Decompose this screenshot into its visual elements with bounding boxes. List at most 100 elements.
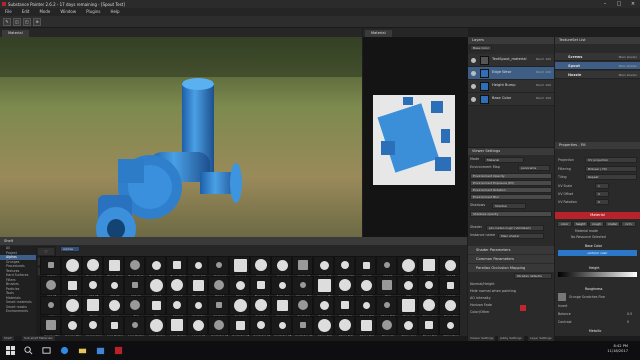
shelf-thumbnail[interactable]: Label — [418, 276, 439, 298]
shelf-thumbnail[interactable]: Brush Strok — [145, 256, 166, 278]
shelf-thumbnail[interactable]: Scratches — [313, 296, 334, 318]
shelf-category-item[interactable]: Environments — [0, 309, 36, 314]
filter-button[interactable]: ▢ — [37, 247, 55, 256]
shelf-thumbnail[interactable]: Spiral 2 — [166, 296, 187, 318]
shelf-thumbnail[interactable]: Dirt 06 — [40, 276, 61, 298]
env-opacity-slider[interactable]: Environment Opacity — [470, 173, 552, 179]
shelf-thumbnail[interactable]: Circle Cut — [208, 256, 229, 278]
shelf-thumbnail[interactable]: Dirt 01 — [355, 256, 376, 278]
shelf-thumbnail[interactable]: Scratches — [250, 296, 271, 318]
shelf-thumbnail[interactable]: Scratches — [271, 296, 292, 318]
shelf-thumbnail[interactable]: Kite — [397, 276, 418, 298]
shelf-thumbnail[interactable]: Dirt 11 — [145, 276, 166, 298]
shelf-thumbnail[interactable]: Flask 1 — [208, 276, 229, 298]
shelf-thumbnail[interactable]: Logo Painter — [166, 316, 187, 338]
visibility-eye-icon[interactable] — [471, 58, 476, 63]
shelf-thumbnail[interactable]: Brush Strok — [166, 256, 187, 278]
texture-set-row[interactable]: Nozzle Main shader — [555, 71, 640, 79]
uv-offset-field[interactable]: 0 — [595, 191, 609, 197]
env-exposure-slider[interactable]: Environment Exposure (EV) — [470, 180, 552, 186]
menu-edit[interactable]: Edit — [17, 8, 35, 16]
material-view-tab[interactable]: Material — [365, 30, 392, 37]
shelf-thumbnail[interactable]: Scratches 04 — [208, 316, 229, 338]
channel-rough-button[interactable]: rough — [589, 221, 604, 227]
shelf-thumbnail[interactable]: Leaves 01 — [187, 316, 208, 338]
parallax-section[interactable]: Parallax Occlusion Mapping — [468, 264, 554, 272]
shelf-thumbnail[interactable]: Fingerprint — [250, 276, 271, 298]
shelf-thumbnail[interactable]: Logo Painter — [103, 316, 124, 338]
maximize-icon[interactable]: □ — [612, 0, 626, 8]
hide-normal-checkbox[interactable]: Hide normal when painting — [470, 288, 552, 295]
instance-field[interactable]: Main shader — [498, 233, 544, 239]
color-swatch[interactable] — [520, 305, 526, 311]
shelf-thumbnail[interactable]: Dirt 03 — [397, 256, 418, 278]
shelf-thumbnail[interactable]: Cracks 01 — [292, 256, 313, 278]
shelf-thumbnail[interactable]: Brush Strok — [103, 256, 124, 278]
shelf-thumbnail[interactable]: Scratches 05 — [229, 316, 250, 338]
shelf-thumbnail[interactable]: Shape Cros — [418, 296, 439, 318]
visibility-eye-icon[interactable] — [471, 84, 476, 89]
shelf-thumbnail[interactable]: Dirt 09 — [103, 276, 124, 298]
shelf-thumbnail[interactable]: Corner 1 — [229, 256, 250, 278]
shelf-thumbnail[interactable]: 3 Circle — [40, 256, 61, 278]
shelf-thumbnail[interactable]: Scratches 09 — [292, 316, 313, 338]
menu-plugins[interactable]: Plugins — [81, 8, 105, 16]
shelf-thumbnail[interactable]: Dirt 08 — [82, 276, 103, 298]
shelf-thumbnail[interactable]: Manly — [82, 296, 103, 318]
shelf-thumbnail[interactable]: Man — [61, 296, 82, 318]
shelf-thumbnail[interactable]: Spiral — [103, 296, 124, 318]
texture-set-row[interactable]: Screws Main shader — [555, 53, 640, 61]
menu-file[interactable]: File — [0, 8, 17, 16]
shelf-thumbnail[interactable]: Brush Strok — [124, 256, 145, 278]
layer-row[interactable]: Height Bump Norm 100 — [468, 80, 554, 93]
shelf-thumbnail[interactable]: Dirt 10 — [124, 276, 145, 298]
uv-rotation-field[interactable]: 0 — [595, 199, 609, 205]
shader-dropdown[interactable]: pbr-metal-rough (Validated) — [486, 225, 544, 231]
shelf-thumbnail[interactable]: Grunge Mas — [61, 316, 82, 338]
filtering-dropdown[interactable]: Bilinear | HQ — [585, 166, 637, 172]
env-blur-slider[interactable]: Environment Blur — [470, 194, 552, 200]
shelf-thumbnail[interactable]: Scratches 07 — [250, 316, 271, 338]
shelf-thumbnail[interactable]: Shape Bell — [313, 316, 334, 338]
shelf-thumbnail[interactable]: Scratches — [334, 296, 355, 318]
shelf-thumbnail[interactable]: Pipe — [145, 296, 166, 318]
uv-material-view[interactable] — [363, 37, 468, 237]
shelf-thumbnail[interactable]: Grunge Mar — [313, 276, 334, 298]
windows-start-icon[interactable] — [6, 346, 15, 355]
paint-tool-icon[interactable]: ✎ — [3, 18, 11, 26]
picker-tool-icon[interactable]: ⊕ — [33, 18, 41, 26]
shelf-thumbnail[interactable]: Grunge Mas — [40, 316, 61, 338]
parallax-defaults-button[interactable]: Parallax defaults — [514, 273, 552, 279]
shelf-thumbnail[interactable]: Logo Painter — [124, 316, 145, 338]
shelf-thumbnail[interactable]: Scratches — [292, 296, 313, 318]
tiling-dropdown[interactable]: Repeat — [585, 174, 637, 180]
shelf-thumbnail[interactable]: Scratches — [229, 296, 250, 318]
shelf-thumbnail[interactable]: Diamond Sh — [334, 256, 355, 278]
shelf-thumbnail[interactable]: Shape Bell — [334, 316, 355, 338]
channel-height-button[interactable]: height — [573, 221, 588, 227]
shelf-thumbnail[interactable]: Grunge Spl — [334, 276, 355, 298]
shelf-thumbnail[interactable]: Shape Bell — [376, 296, 397, 318]
shelf-thumbnail[interactable]: Shape Ring — [439, 316, 460, 338]
shelf-thumbnail[interactable]: Scratches — [187, 296, 208, 318]
projection-tool-icon[interactable]: ◰ — [23, 18, 31, 26]
shelf-category-item[interactable]: Smart materials — [0, 300, 36, 305]
shelf-thumbnail[interactable]: Brush Rings — [82, 256, 103, 278]
balance-value[interactable]: 0.5 — [627, 312, 632, 316]
close-icon[interactable]: × — [626, 0, 640, 8]
shelf-thumbnail[interactable]: Cracks 02 — [313, 256, 334, 278]
shelf-thumbnail[interactable]: Corner 3 — [271, 256, 292, 278]
env-rotation-slider[interactable]: Environment Rotation — [470, 187, 552, 193]
task-view-icon[interactable] — [42, 346, 51, 355]
shelf-thumbnail[interactable]: Grunge Mar — [292, 276, 313, 298]
shelf-thumbnail[interactable]: Fuzzy Dot — [271, 276, 292, 298]
shelf-thumbnail[interactable]: Circle Cut — [187, 256, 208, 278]
menu-window[interactable]: Window — [55, 8, 81, 16]
height-slider[interactable] — [558, 272, 637, 277]
base-color-swatch[interactable]: uniform color — [558, 250, 637, 256]
viewport-tab[interactable]: Material — [2, 30, 29, 37]
shelf-thumbnail[interactable]: Hole — [376, 276, 397, 298]
layer-row[interactable]: TextSpout_material Norm 100 — [468, 54, 554, 67]
roughness-source[interactable]: Grunge Scratches Fine — [569, 295, 605, 299]
shelf-thumbnail[interactable]: Dirt 05 — [439, 256, 460, 278]
